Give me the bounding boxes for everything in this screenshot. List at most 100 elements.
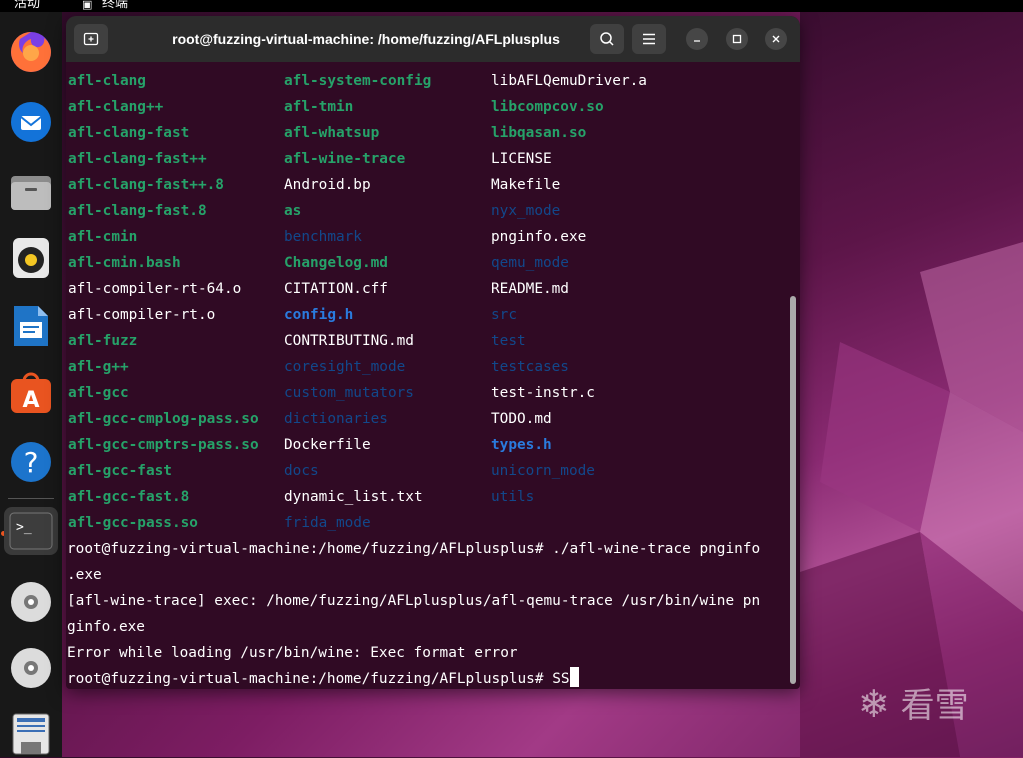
- file-entry: libcompcov.so: [491, 99, 604, 115]
- listing-row: afl-clang++ afl-tmin libcompcov.so: [67, 94, 787, 120]
- output-line: .exe: [67, 567, 102, 583]
- window-title: root@fuzzing-virtual-machine: /home/fuzz…: [172, 31, 560, 47]
- file-entry: CITATION.cff: [284, 281, 388, 297]
- file-entry: afl-whatsup: [284, 125, 380, 141]
- new-tab-button[interactable]: [74, 24, 108, 54]
- listing-row: afl-cmin benchmark pnginfo.exe: [67, 224, 787, 250]
- app-center-icon[interactable]: A: [7, 369, 55, 417]
- close-icon: [772, 35, 780, 43]
- listing-row: afl-clang-fast.8 as nyx_mode: [67, 198, 787, 224]
- output-line: root@fuzzing-virtual-machine:/home/fuzzi…: [67, 541, 761, 557]
- close-button[interactable]: [765, 28, 787, 50]
- file-entry: custom_mutators: [284, 385, 414, 401]
- listing-row: afl-fuzz CONTRIBUTING.md test: [67, 328, 787, 354]
- minimize-button[interactable]: [686, 28, 708, 50]
- files-icon[interactable]: [7, 168, 55, 216]
- shell-prompt: root@fuzzing-virtual-machine:/home/fuzzi…: [67, 671, 553, 687]
- file-entry: afl-fuzz: [68, 333, 138, 349]
- file-entry: CONTRIBUTING.md: [284, 333, 414, 349]
- file-entry: utils: [491, 489, 535, 505]
- file-entry: afl-g++: [68, 359, 129, 375]
- scrollbar[interactable]: [790, 296, 796, 684]
- file-entry: afl-gcc-fast.8: [68, 489, 190, 505]
- command-input[interactable]: SS: [552, 671, 569, 687]
- listing-row: afl-cmin.bash Changelog.md qemu_mode: [67, 250, 787, 276]
- file-entry: LICENSE: [491, 151, 552, 167]
- file-entry: config.h: [284, 307, 354, 323]
- disc-icon[interactable]: [7, 578, 55, 626]
- listing-row: afl-clang afl-system-config libAFLQemuDriv…: [67, 68, 787, 94]
- file-entry: libqasan.so: [491, 125, 587, 141]
- file-entry: afl-compiler-rt-64.o: [68, 281, 242, 297]
- search-button[interactable]: [590, 24, 624, 54]
- listing-row: afl-g++ coresight_mode testcases: [67, 354, 787, 380]
- file-entry: afl-clang-fast++.8: [68, 177, 224, 193]
- file-entry: libAFLQemuDriver.a: [491, 73, 647, 89]
- file-entry: README.md: [491, 281, 569, 297]
- file-entry: afl-compiler-rt.o: [68, 307, 216, 323]
- listing-row: afl-gcc custom_mutators test-instr.c: [67, 380, 787, 406]
- snowflake-icon: ❄: [858, 682, 890, 726]
- prompt-line[interactable]: root@fuzzing-virtual-machine:/home/fuzzi…: [67, 666, 579, 689]
- listing-row: afl-gcc-cmplog-pass.so dictionaries TODO.m…: [67, 406, 787, 432]
- file-entry: types.h: [491, 437, 552, 453]
- file-entry: afl-clang++: [68, 99, 164, 115]
- rhythmbox-icon[interactable]: [7, 234, 55, 282]
- file-entry: qemu_mode: [491, 255, 569, 271]
- file-entry: afl-clang-fast.8: [68, 203, 207, 219]
- file-entry: test-instr.c: [491, 385, 595, 401]
- help-icon[interactable]: ?: [7, 438, 55, 486]
- file-entry: benchmark: [284, 229, 362, 245]
- file-entry: pnginfo.exe: [491, 229, 587, 245]
- file-entry: dictionaries: [284, 411, 388, 427]
- maximize-button[interactable]: [726, 28, 748, 50]
- menu-button[interactable]: [632, 24, 666, 54]
- file-entry: afl-gcc-pass.so: [68, 515, 198, 531]
- writer-icon[interactable]: [7, 302, 55, 350]
- search-icon: [600, 32, 614, 46]
- hamburger-icon: [643, 33, 655, 45]
- dock: A ? >_: [0, 12, 62, 757]
- listing-row: afl-gcc-pass.so frida_mode: [67, 510, 787, 536]
- file-entry: afl-gcc-cmplog-pass.so: [68, 411, 259, 427]
- file-entry: frida_mode: [284, 515, 371, 531]
- file-entry: afl-gcc: [68, 385, 129, 401]
- thunderbird-icon[interactable]: [7, 98, 55, 146]
- file-entry: afl-clang-fast: [68, 125, 190, 141]
- disc-icon[interactable]: [7, 644, 55, 692]
- output-line: ginfo.exe: [67, 619, 145, 635]
- svg-text:>_: >_: [16, 520, 32, 535]
- file-entry: testcases: [491, 359, 569, 375]
- watermark-text: 看雪: [900, 686, 969, 726]
- file-entry: afl-gcc-cmptrs-pass.so: [68, 437, 259, 453]
- app-menu-icon: ▣: [82, 0, 93, 11]
- listing-row: afl-gcc-fast docs unicorn_mode: [67, 458, 787, 484]
- file-entry: src: [491, 307, 517, 323]
- terminal-output[interactable]: afl-clang afl-system-config libAFLQemuDriv…: [66, 68, 788, 689]
- top-bar: 活动 ▣ 终端: [0, 0, 1023, 12]
- activities-button[interactable]: 活动: [14, 0, 40, 12]
- file-entry: afl-wine-trace: [284, 151, 406, 167]
- file-entry: Makefile: [491, 177, 561, 193]
- app-menu-label[interactable]: 终端: [102, 0, 128, 12]
- file-entry: Dockerfile: [284, 437, 371, 453]
- file-entry: Changelog.md: [284, 255, 388, 271]
- text-cursor: [569, 667, 579, 687]
- firefox-icon[interactable]: [7, 28, 55, 76]
- save-icon[interactable]: [7, 710, 55, 758]
- file-entry: afl-system-config: [284, 73, 432, 89]
- file-entry: TODO.md: [491, 411, 552, 427]
- terminal-icon[interactable]: >_: [4, 507, 58, 555]
- file-entry: Android.bp: [284, 177, 371, 193]
- file-entry: dynamic_list.txt: [284, 489, 423, 505]
- listing-row: afl-gcc-cmptrs-pass.so Dockerfile types.h: [67, 432, 787, 458]
- file-entry: docs: [284, 463, 319, 479]
- terminal-window: root@fuzzing-virtual-machine: /home/fuzz…: [66, 16, 800, 689]
- file-entry: unicorn_mode: [491, 463, 595, 479]
- file-entry: afl-tmin: [284, 99, 354, 115]
- file-entry: as: [284, 203, 302, 219]
- maximize-icon: [732, 34, 742, 44]
- minimize-icon: [694, 40, 700, 42]
- listing-row: afl-compiler-rt-64.o CITATION.cff README.m…: [67, 276, 787, 302]
- file-entry: test: [491, 333, 526, 349]
